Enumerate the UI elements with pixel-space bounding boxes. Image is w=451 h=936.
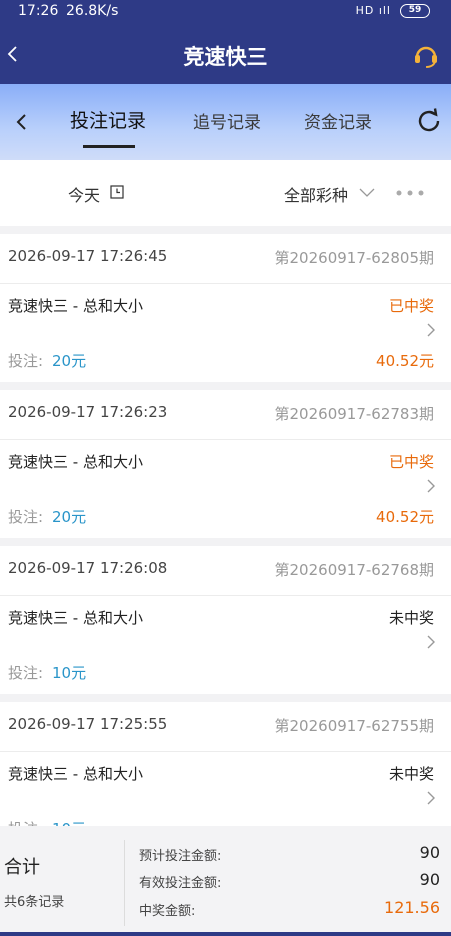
divider bbox=[124, 840, 125, 926]
winning-amount-label: 中奖金额: bbox=[139, 904, 196, 919]
win-amount: 40.52元 bbox=[376, 352, 434, 370]
tab-chase-records[interactable]: 追号记录 bbox=[193, 108, 261, 133]
bet-record-card[interactable]: 2026-09-17 17:26:23 第20260917-62783期 竞速快… bbox=[0, 390, 451, 538]
expected-bet-label: 预计投注金额: bbox=[139, 849, 222, 864]
record-datetime: 2026-09-17 17:26:45 bbox=[8, 247, 168, 265]
record-status: 已中奖 bbox=[388, 297, 434, 315]
more-icon[interactable] bbox=[396, 190, 424, 196]
record-game-name: 竞速快三 - 总和大小 bbox=[8, 765, 143, 783]
record-datetime: 2026-09-17 17:25:55 bbox=[8, 715, 168, 733]
valid-bet-label: 有效投注金额: bbox=[139, 876, 222, 891]
record-issue: 第20260917-62768期 bbox=[274, 561, 434, 579]
record-tabs-bar: 投注记录 追号记录 资金记录 bbox=[0, 84, 451, 160]
bet-label: 投注: bbox=[8, 664, 44, 682]
bet-record-card[interactable]: 2026-09-17 17:26:08 第20260917-62768期 竞速快… bbox=[0, 546, 451, 694]
refresh-icon[interactable] bbox=[414, 106, 444, 136]
lottery-type-filter[interactable]: 全部彩种 bbox=[284, 182, 348, 206]
battery-icon: 59 bbox=[400, 4, 430, 18]
status-network-speed: 26.8K/s bbox=[66, 3, 119, 19]
chevron-right-icon[interactable] bbox=[426, 634, 436, 650]
page-title: 竞速快三 bbox=[183, 45, 268, 69]
bet-record-card[interactable]: 2026-09-17 17:26:45 第20260917-62805期 竞速快… bbox=[0, 234, 451, 382]
title-bar: 竞速快三 bbox=[0, 24, 451, 84]
bet-label: 投注: bbox=[8, 352, 44, 370]
record-datetime: 2026-09-17 17:26:08 bbox=[8, 559, 168, 577]
summary-total-label: 合计 bbox=[4, 857, 40, 878]
summary-record-count: 共6条记录 bbox=[4, 895, 65, 910]
divider bbox=[0, 439, 451, 440]
bet-amount: 20元 bbox=[52, 352, 87, 370]
chevron-right-icon[interactable] bbox=[426, 790, 436, 806]
chevron-right-icon[interactable] bbox=[426, 478, 436, 494]
record-game-name: 竞速快三 - 总和大小 bbox=[8, 297, 143, 315]
signal-wifi-icon: HD ıll bbox=[355, 4, 391, 17]
tab-bet-records[interactable]: 投注记录 bbox=[70, 106, 146, 133]
record-issue: 第20260917-62805期 bbox=[274, 249, 434, 267]
expected-bet-value: 90 bbox=[419, 843, 440, 862]
winning-amount-value: 121.56 bbox=[384, 898, 440, 917]
record-game-name: 竞速快三 - 总和大小 bbox=[8, 609, 143, 627]
record-status: 未中奖 bbox=[388, 765, 434, 783]
chevron-right-icon[interactable] bbox=[426, 322, 436, 338]
bet-label: 投注: bbox=[8, 508, 44, 526]
status-bar: 17:26 26.8K/s HD ıll 59 bbox=[0, 0, 451, 24]
divider bbox=[0, 595, 451, 596]
tab-fund-records[interactable]: 资金记录 bbox=[304, 108, 372, 133]
divider bbox=[0, 751, 451, 752]
record-datetime: 2026-09-17 17:26:23 bbox=[8, 403, 168, 421]
bet-amount: 10元 bbox=[52, 664, 87, 682]
valid-bet-value: 90 bbox=[419, 870, 440, 889]
summary-footer: 合计 共6条记录 预计投注金额: 90 有效投注金额: 90 中奖金额: 121… bbox=[0, 826, 451, 936]
bet-amount: 20元 bbox=[52, 508, 87, 526]
calendar-icon[interactable] bbox=[110, 185, 124, 199]
record-issue: 第20260917-62783期 bbox=[274, 405, 434, 423]
customer-service-icon[interactable] bbox=[411, 40, 441, 70]
record-status: 已中奖 bbox=[388, 453, 434, 471]
status-time: 17:26 bbox=[18, 3, 59, 19]
chevron-down-icon[interactable] bbox=[358, 184, 376, 200]
divider bbox=[0, 283, 451, 284]
record-game-name: 竞速快三 - 总和大小 bbox=[8, 453, 143, 471]
record-status: 未中奖 bbox=[388, 609, 434, 627]
active-tab-indicator bbox=[83, 145, 135, 148]
filter-bar: 今天 全部彩种 bbox=[0, 160, 451, 226]
date-filter[interactable]: 今天 bbox=[68, 182, 100, 206]
record-issue: 第20260917-62755期 bbox=[274, 717, 434, 735]
bottom-bar bbox=[0, 932, 451, 936]
win-amount: 40.52元 bbox=[376, 508, 434, 526]
back-icon[interactable] bbox=[10, 108, 34, 136]
